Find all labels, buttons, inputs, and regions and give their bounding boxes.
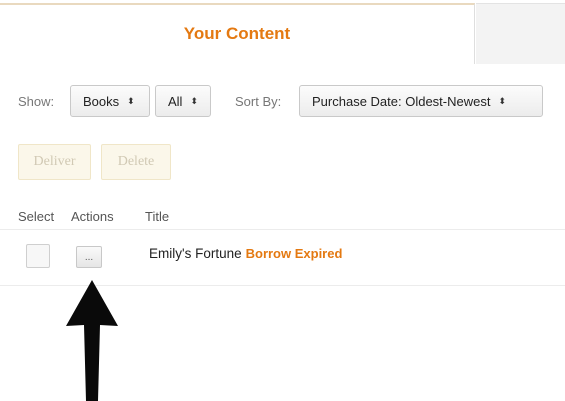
sort-value: Purchase Date: Oldest-Newest — [312, 93, 491, 109]
row-actions-button[interactable]: ... — [76, 246, 102, 268]
column-header-title: Title — [145, 209, 170, 224]
arrow-shape — [66, 280, 118, 401]
tab-your-content-label: Your Content — [183, 23, 291, 43]
content-type-select[interactable]: Books ⬍ — [70, 85, 150, 117]
delete-button[interactable]: Delete — [101, 144, 171, 180]
sort-select[interactable]: Purchase Date: Oldest-Newest ⬍ — [299, 85, 543, 117]
borrow-status-badge: Borrow Expired — [245, 246, 343, 261]
tab-bar: Your Content — [0, 0, 565, 64]
content-page: Your Content Show: Books ⬍ All ⬍ Sort By… — [0, 0, 565, 401]
select-arrows-icon: ⬍ — [190, 95, 198, 106]
row-select-checkbox[interactable] — [26, 244, 50, 268]
sort-by-label: Sort By: — [235, 94, 282, 109]
book-title[interactable]: Emily's Fortune — [149, 246, 242, 261]
select-arrows-icon: ⬍ — [498, 95, 507, 106]
table-header-divider — [0, 229, 565, 230]
tab-your-content[interactable]: Your Content — [0, 3, 475, 64]
row-title: Emily's Fortune Borrow Expired — [149, 246, 342, 261]
column-header-select: Select — [18, 209, 55, 224]
deliver-button[interactable]: Deliver — [18, 144, 91, 180]
tab-other[interactable] — [476, 3, 565, 64]
content-scope-select[interactable]: All ⬍ — [155, 85, 211, 117]
content-type-value: Books — [83, 93, 120, 109]
column-header-actions: Actions — [71, 209, 114, 224]
black-up-arrow-icon — [66, 280, 118, 401]
select-arrows-icon: ⬍ — [127, 95, 135, 106]
show-label: Show: — [18, 94, 55, 109]
content-scope-value: All — [168, 93, 183, 109]
